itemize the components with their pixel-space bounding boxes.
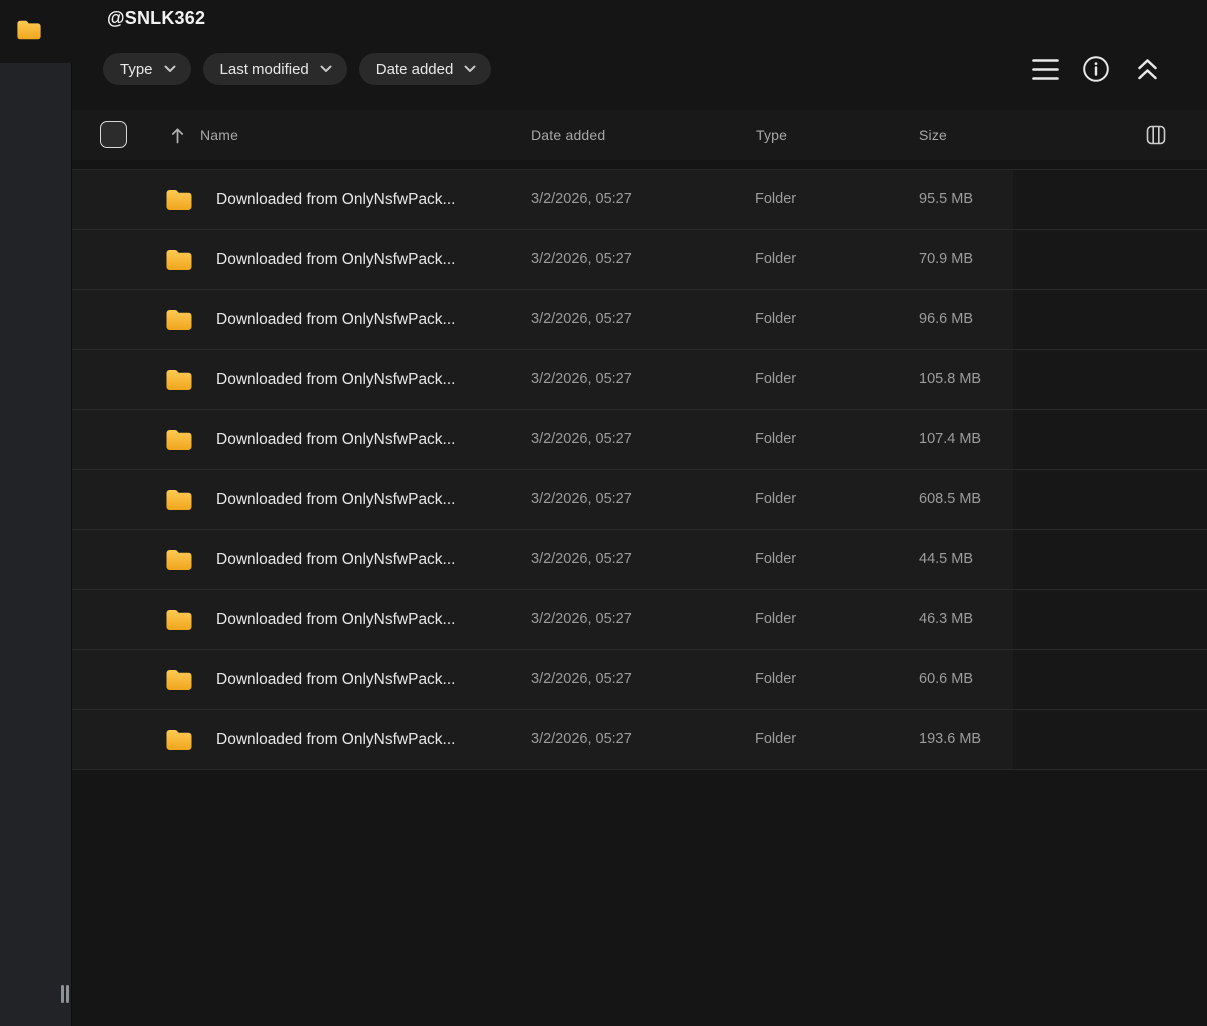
filter-chip-label: Date added [375,60,454,78]
table-header: Name Date added Type Size [72,110,1207,160]
folder-icon [166,430,192,450]
file-date-added: 3/2/2026, 05:27 [531,671,632,687]
file-size: 60.6 MB [919,671,973,687]
file-size: 193.6 MB [919,731,982,747]
filter-chip[interactable]: Type [103,53,191,85]
file-size: 95.5 MB [919,191,973,207]
file-date-added: 3/2/2026, 05:27 [531,731,632,747]
page-title: @SNLK362 [107,8,206,28]
file-name: Downloaded from OnlyNsfwPack... [216,431,456,448]
hamburger-menu-icon [1031,58,1059,80]
file-type: Folder [755,671,797,687]
filter-chip-label: Type [120,60,153,78]
toolbar-actions [1030,54,1162,84]
file-date-added: 3/2/2026, 05:27 [531,551,632,567]
chevron-down-icon [320,65,332,72]
file-row[interactable]: Downloaded from OnlyNsfwPack... 3/2/2026… [72,410,1207,470]
file-type: Folder [755,311,797,327]
file-type: Folder [755,491,797,507]
sidebar [0,63,72,1026]
folder-icon [166,250,192,270]
file-date-added: 3/2/2026, 05:27 [531,251,632,267]
double-chevron-up-icon [1137,59,1157,80]
file-size: 70.9 MB [919,251,973,267]
collapse-button[interactable] [1132,54,1162,84]
folder-icon [166,610,192,630]
app-folder-button[interactable] [16,18,42,42]
columns-icon [1146,125,1166,145]
view-menu-button[interactable] [1030,54,1060,84]
info-icon [1083,56,1109,82]
file-date-added: 3/2/2026, 05:27 [531,611,632,627]
file-size: 44.5 MB [919,551,973,567]
resize-bar [61,985,64,1003]
file-type: Folder [755,251,797,267]
folder-icon [166,550,192,570]
file-date-added: 3/2/2026, 05:27 [531,311,632,327]
file-name: Downloaded from OnlyNsfwPack... [216,611,456,628]
filter-chip-label: Last modified [219,60,309,78]
file-name: Downloaded from OnlyNsfwPack... [216,311,456,328]
file-name: Downloaded from OnlyNsfwPack... [216,671,456,688]
folder-icon [166,490,192,510]
file-row[interactable]: Downloaded from OnlyNsfwPack... 3/2/2026… [72,470,1207,530]
file-size: 105.8 MB [919,371,982,387]
file-name: Downloaded from OnlyNsfwPack... [216,251,456,268]
file-name: Downloaded from OnlyNsfwPack... [216,191,456,208]
file-date-added: 3/2/2026, 05:27 [531,371,632,387]
column-header-type[interactable]: Type [756,110,787,160]
chevron-down-icon [464,65,476,72]
info-button[interactable] [1081,54,1111,84]
file-type: Folder [755,611,797,627]
file-row[interactable]: Downloaded from OnlyNsfwPack... 3/2/2026… [72,350,1207,410]
folder-icon [17,20,41,40]
file-row[interactable]: Downloaded from OnlyNsfwPack... 3/2/2026… [72,710,1207,770]
file-size: 96.6 MB [919,311,973,327]
file-type: Folder [755,431,797,447]
file-type: Folder [755,731,797,747]
folder-icon [166,310,192,330]
filter-bar: Type Last modified Date added [103,53,492,85]
file-date-added: 3/2/2026, 05:27 [531,491,632,507]
file-name: Downloaded from OnlyNsfwPack... [216,731,456,748]
file-row[interactable]: Downloaded from OnlyNsfwPack... 3/2/2026… [72,290,1207,350]
file-row[interactable]: Downloaded from OnlyNsfwPack... 3/2/2026… [72,230,1207,290]
filter-chip[interactable]: Last modified [202,53,347,85]
folder-icon [166,190,192,210]
file-name: Downloaded from OnlyNsfwPack... [216,371,456,388]
arrow-up-sort-icon [171,128,184,144]
file-date-added: 3/2/2026, 05:27 [531,191,632,207]
file-date-added: 3/2/2026, 05:27 [531,431,632,447]
file-size: 46.3 MB [919,611,973,627]
columns-settings-button[interactable] [1143,122,1169,148]
folder-icon [166,370,192,390]
file-name: Downloaded from OnlyNsfwPack... [216,491,456,508]
file-type: Folder [755,551,797,567]
column-header-size[interactable]: Size [919,110,947,160]
file-row[interactable]: Downloaded from OnlyNsfwPack... 3/2/2026… [72,590,1207,650]
file-row[interactable]: Downloaded from OnlyNsfwPack... 3/2/2026… [72,530,1207,590]
file-row[interactable]: Downloaded from OnlyNsfwPack... 3/2/2026… [72,170,1207,230]
file-size: 107.4 MB [919,431,982,447]
filter-chip[interactable]: Date added [358,53,492,85]
sidebar-resize-handle[interactable] [61,985,69,1003]
file-type: Folder [755,191,797,207]
file-size: 608.5 MB [919,491,982,507]
column-header-name[interactable]: Name [200,110,238,160]
select-all-checkbox[interactable] [100,121,127,148]
file-row[interactable]: Downloaded from OnlyNsfwPack... 3/2/2026… [72,650,1207,710]
file-manager-window: @SNLK362 Type Last modified Date added N… [0,0,1207,1026]
folder-icon [166,730,192,750]
column-header-date-added[interactable]: Date added [531,110,605,160]
file-name: Downloaded from OnlyNsfwPack... [216,551,456,568]
file-list: Downloaded from OnlyNsfwPack... 3/2/2026… [72,169,1207,770]
folder-icon [166,670,192,690]
resize-bar [66,985,69,1003]
file-type: Folder [755,371,797,387]
chevron-down-icon [164,65,176,72]
